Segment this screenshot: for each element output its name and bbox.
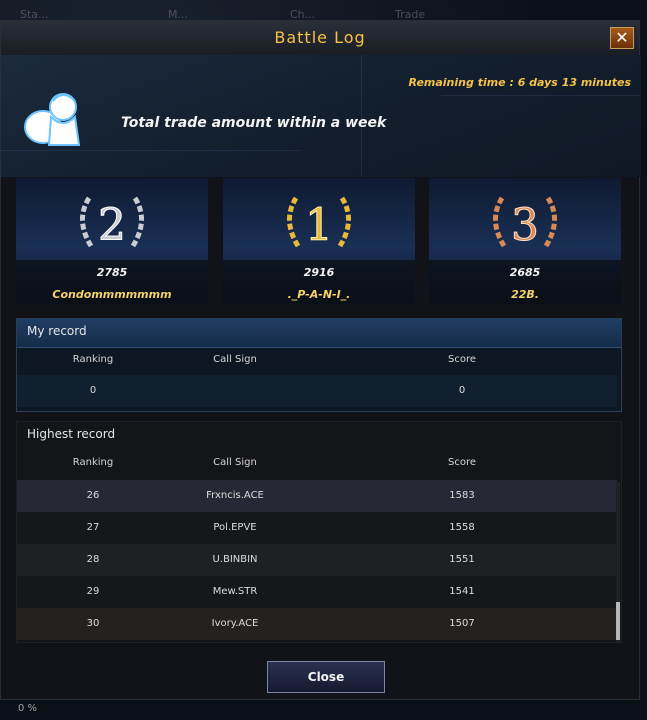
scrollbar-thumb[interactable] [616, 602, 620, 640]
cell-score: 0 [458, 385, 466, 396]
podium-name: ._P-A-N-I_. [287, 288, 351, 301]
bronze-laurel-icon: 3 [493, 196, 557, 252]
podium-rank-1: 1 2916 ._P-A-N-I_. [223, 178, 415, 304]
col-score: Score [447, 457, 477, 468]
mascot-icon [24, 93, 81, 146]
podium-rank-digit: 3 [511, 200, 539, 251]
cell-ranking: 29 [86, 586, 100, 597]
podium-name: 22B. [511, 288, 539, 301]
table-row[interactable]: 30 Ivory.ACE 1507 [17, 608, 617, 640]
my-record-panel: My record Ranking Call Sign Score 0 0 [16, 318, 622, 412]
cell-ranking: 27 [86, 522, 100, 533]
highest-record-title: Highest record [27, 427, 116, 441]
table-row[interactable]: 28 U.BINBIN 1551 [17, 544, 617, 576]
cell-score: 1558 [449, 522, 475, 533]
cell-ranking: 26 [86, 490, 100, 501]
cell-score: 1507 [449, 618, 475, 629]
gold-laurel-icon: 1 [287, 196, 351, 252]
silver-laurel-icon: 2 [80, 196, 144, 252]
my-record-title: My record [27, 324, 87, 338]
col-ranking: Ranking [72, 457, 114, 468]
cell-ranking: 0 [89, 385, 97, 396]
podium-rank-2: 2 2785 Condommmmmmm [16, 178, 208, 304]
my-record-row: 0 0 [17, 375, 617, 407]
table-row[interactable]: 29 Mew.STR 1541 [17, 576, 617, 608]
highest-record-panel: Highest record Ranking Call Sign Score 2… [16, 421, 622, 643]
col-call-sign: Call Sign [213, 354, 257, 365]
col-call-sign: Call Sign [213, 457, 257, 468]
remaining-time: Remaining time : 6 days 13 minutes [408, 76, 631, 89]
hero-label: Total trade amount within a week [121, 115, 387, 131]
podium-score: 2916 [303, 266, 335, 279]
title-bar: Battle Log ✕ [1, 21, 639, 56]
close-button[interactable]: Close [267, 661, 385, 693]
cell-score: 1583 [449, 490, 475, 501]
podium-rank-3: 3 2685 22B. [429, 178, 621, 304]
cell-call-sign: Ivory.ACE [211, 618, 259, 629]
progress-text: 0 % [18, 703, 38, 714]
cell-score: 1541 [449, 586, 475, 597]
table-row[interactable]: 27 Pol.EPVE 1558 [17, 512, 617, 544]
table-row[interactable]: 26 Frxncis.ACE 1583 [17, 480, 617, 512]
hero-banner: Remaining time : 6 days 13 minutes Total… [1, 55, 641, 177]
col-ranking: Ranking [72, 354, 114, 365]
cell-ranking: 28 [86, 554, 100, 565]
cell-call-sign: Mew.STR [212, 586, 258, 597]
my-record-columns: Ranking Call Sign Score [17, 347, 621, 375]
scrollbar[interactable] [616, 482, 620, 642]
window-title: Battle Log [274, 28, 366, 47]
my-record-header: My record [17, 319, 621, 348]
cell-ranking: 30 [86, 618, 100, 629]
cell-score: 1551 [449, 554, 475, 565]
battle-log-window: Battle Log ✕ Remaining time : 6 days 13 … [0, 20, 641, 700]
podium-score: 2785 [96, 266, 128, 279]
cell-call-sign: Pol.EPVE [213, 522, 257, 533]
cell-call-sign: Frxncis.ACE [206, 490, 264, 501]
podium-rank-digit: 1 [305, 200, 333, 251]
cell-call-sign: U.BINBIN [212, 554, 258, 565]
podium-name: Condommmmmmm [52, 288, 172, 301]
highest-record-header: Highest record [17, 422, 621, 450]
podium-rank-digit: 2 [98, 200, 126, 251]
close-icon[interactable]: ✕ [610, 27, 634, 49]
podium-score: 2685 [509, 266, 541, 279]
col-score: Score [447, 354, 477, 365]
highest-record-columns: Ranking Call Sign Score [17, 450, 621, 478]
